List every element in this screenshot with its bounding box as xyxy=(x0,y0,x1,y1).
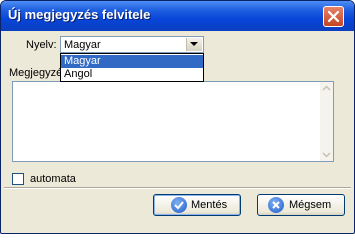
dropdown-option-magyar[interactable]: Magyar xyxy=(61,55,203,68)
scroll-down-button[interactable] xyxy=(320,148,333,161)
note-textarea[interactable] xyxy=(12,81,334,162)
auto-checkbox-label[interactable]: automata xyxy=(30,173,76,185)
save-button-label: Mentés xyxy=(191,199,228,211)
title-bar[interactable]: Új megjegyzés felvitele xyxy=(1,1,354,31)
dialog-body: Nyelv: Magyar Megjegyzé Magyar Angol aut… xyxy=(4,31,351,230)
close-button[interactable] xyxy=(323,6,344,27)
cancel-button-label: Mégsem xyxy=(289,199,332,211)
dialog-window: Új megjegyzés felvitele Nyelv: Magyar Me… xyxy=(0,0,355,234)
auto-checkbox[interactable] xyxy=(12,173,24,185)
chevron-down-icon xyxy=(190,42,198,46)
checkmark-icon xyxy=(171,197,187,213)
note-label: Megjegyzé xyxy=(9,67,63,79)
window-title: Új megjegyzés felvitele xyxy=(8,7,151,22)
dropdown-button[interactable] xyxy=(186,38,202,51)
language-dropdown-list: Magyar Angol xyxy=(60,53,204,82)
language-select[interactable]: Magyar xyxy=(60,36,204,53)
divider xyxy=(4,187,351,189)
language-select-value: Magyar xyxy=(64,39,101,51)
dropdown-option-angol[interactable]: Angol xyxy=(61,68,203,81)
language-label: Nyelv: xyxy=(26,39,57,51)
cancel-icon xyxy=(268,197,284,213)
cancel-button[interactable]: Mégsem xyxy=(257,194,345,216)
scroll-up-button[interactable] xyxy=(320,82,333,95)
save-button[interactable]: Mentés xyxy=(153,194,241,216)
vertical-scrollbar[interactable] xyxy=(320,82,333,161)
scroll-down-icon xyxy=(322,152,331,158)
scroll-up-icon xyxy=(322,85,331,91)
close-icon xyxy=(327,10,340,23)
